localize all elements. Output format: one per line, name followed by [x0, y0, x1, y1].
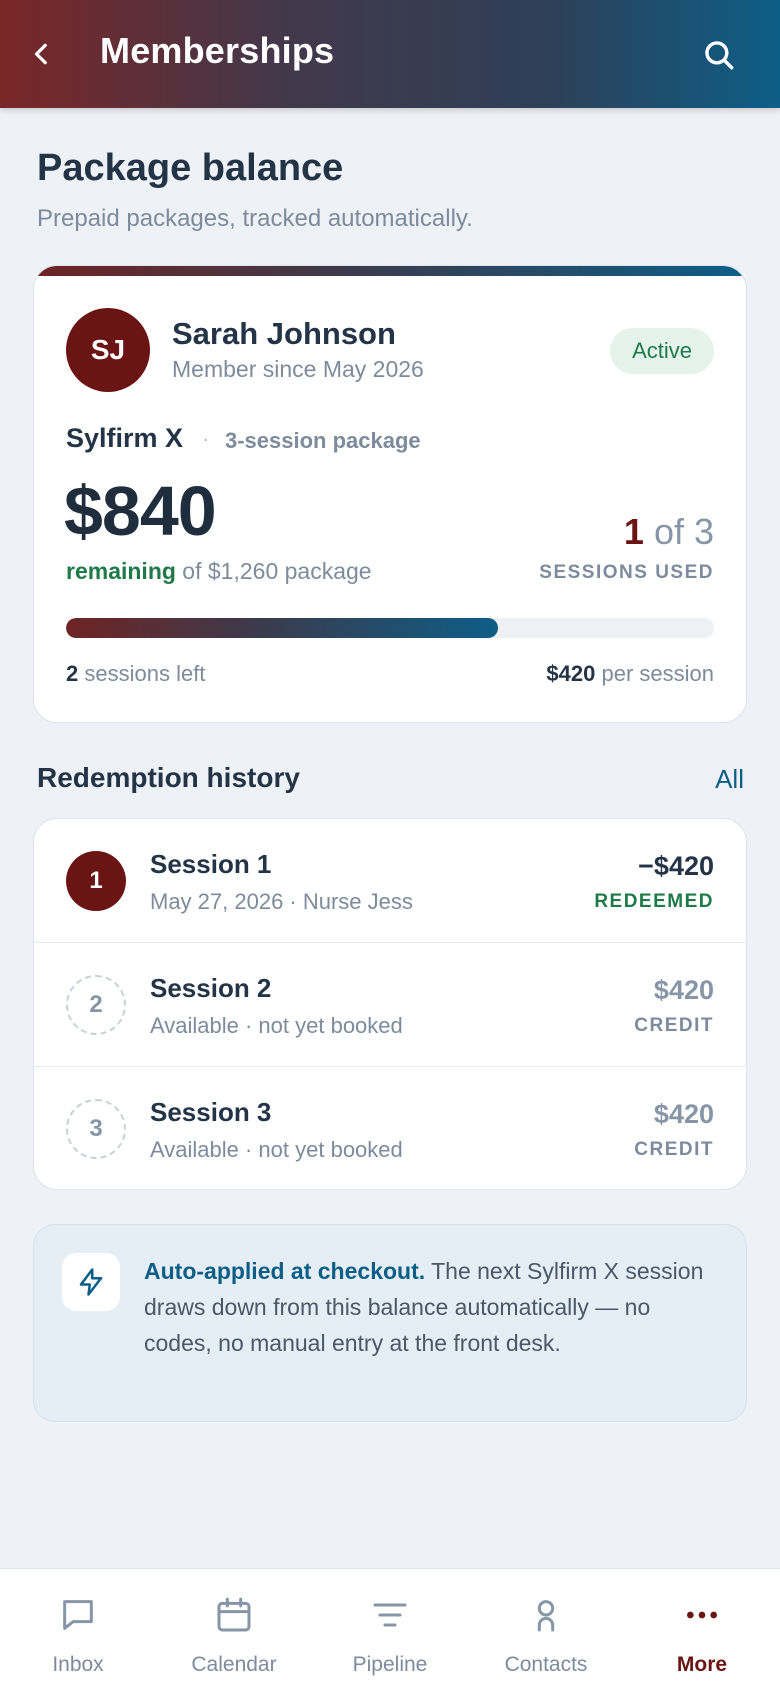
- session-number-badge: 3: [66, 1099, 126, 1159]
- list-item[interactable]: 2 Session 2 Available · not yet booked $…: [34, 943, 746, 1067]
- sessions-count: 1 of 3: [624, 511, 714, 553]
- nav-label: Calendar: [191, 1653, 277, 1676]
- app-header: Memberships: [0, 0, 780, 108]
- search-icon: [705, 41, 734, 70]
- lightning-icon: [62, 1253, 120, 1311]
- info-heading: Auto-applied at checkout.: [144, 1258, 426, 1284]
- more-icon: [680, 1593, 724, 1637]
- member-name: Sarah Johnson: [172, 316, 396, 351]
- sessions-left-count: 2: [66, 661, 79, 686]
- nav-item-more[interactable]: More: [624, 1569, 780, 1688]
- nav-label: Contacts: [504, 1653, 588, 1676]
- nav-label: Inbox: [52, 1653, 104, 1676]
- session-number-badge: 2: [66, 975, 126, 1035]
- bottom-nav: Inbox Calendar Pipeline Contacts More: [0, 1568, 780, 1688]
- remaining-amount: $840: [64, 472, 217, 550]
- session-status: CREDIT: [634, 1139, 714, 1160]
- page-subtitle: Prepaid packages, tracked automatically.: [37, 205, 473, 232]
- header-title: Memberships: [100, 30, 335, 71]
- list-item[interactable]: 3 Session 3 Available · not yet booked $…: [34, 1067, 746, 1189]
- session-status: REDEEMED: [594, 891, 714, 912]
- package-type: 3-session package: [225, 428, 421, 453]
- package-balance-card: SJ Sarah Johnson Member since May 2026 A…: [33, 265, 747, 723]
- session-title: Session 3: [150, 1097, 272, 1127]
- package-total: of $1,260 package: [175, 558, 372, 584]
- session-amount: −$420: [638, 851, 714, 881]
- sessions-used-number: 1: [623, 511, 644, 552]
- session-detail: Available · not yet booked: [150, 1013, 403, 1038]
- remaining-line: remaining of $1,260 package: [66, 558, 372, 585]
- progress-bar: [66, 618, 714, 638]
- session-amount: $420: [653, 1099, 714, 1129]
- session-detail: May 27, 2026 · Nurse Jess: [150, 889, 413, 914]
- avatar: SJ: [66, 308, 150, 392]
- sessions-used-label: SESSIONS USED: [539, 562, 714, 583]
- session-title: Session 1: [150, 849, 272, 879]
- per-session-text: per session: [595, 661, 714, 686]
- inbox-icon: [56, 1593, 100, 1637]
- page-title: Package balance: [37, 147, 344, 189]
- calendar-icon: [212, 1593, 256, 1637]
- nav-item-inbox[interactable]: Inbox: [0, 1569, 156, 1688]
- nav-label: Pipeline: [352, 1653, 428, 1676]
- view-all-link[interactable]: All: [715, 764, 744, 795]
- nav-item-calendar[interactable]: Calendar: [156, 1569, 312, 1688]
- product-name: Sylfirm X: [66, 423, 184, 453]
- pipeline-icon: [368, 1593, 412, 1637]
- chevron-left-icon: [34, 43, 47, 65]
- per-session-amount: $420: [546, 661, 596, 686]
- per-session: $420 per session: [546, 661, 714, 687]
- member-since: Member since May 2026: [172, 356, 424, 382]
- search-button[interactable]: [698, 34, 740, 76]
- nav-item-contacts[interactable]: Contacts: [468, 1569, 624, 1688]
- sessions-total: of 3: [643, 511, 714, 552]
- session-status: CREDIT: [634, 1015, 714, 1036]
- section-title: Redemption history: [37, 762, 300, 793]
- nav-item-pipeline[interactable]: Pipeline: [312, 1569, 468, 1688]
- session-title: Session 2: [150, 973, 272, 1003]
- auto-apply-info-box: Auto-applied at checkout. The next Sylfi…: [33, 1224, 747, 1422]
- redemption-history-list: 1 Session 1 May 27, 2026 · Nurse Jess −$…: [33, 818, 747, 1190]
- sessions-left-text: sessions left: [78, 661, 206, 686]
- status-badge: Active: [610, 328, 714, 374]
- remaining-word: remaining: [66, 558, 176, 584]
- nav-label: More: [676, 1653, 728, 1676]
- card-accent-stripe: [34, 266, 746, 276]
- session-amount: $420: [653, 975, 714, 1005]
- session-detail: Available · not yet booked: [150, 1137, 403, 1162]
- contacts-icon: [524, 1593, 568, 1637]
- progress-fill: [66, 618, 499, 638]
- back-button[interactable]: [22, 34, 62, 74]
- sessions-left: 2 sessions left: [66, 661, 205, 687]
- info-text: Auto-applied at checkout. The next Sylfi…: [144, 1253, 724, 1361]
- session-number-badge: 1: [66, 851, 126, 911]
- separator-dot: ·: [202, 426, 210, 451]
- list-item[interactable]: 1 Session 1 May 27, 2026 · Nurse Jess −$…: [34, 819, 746, 943]
